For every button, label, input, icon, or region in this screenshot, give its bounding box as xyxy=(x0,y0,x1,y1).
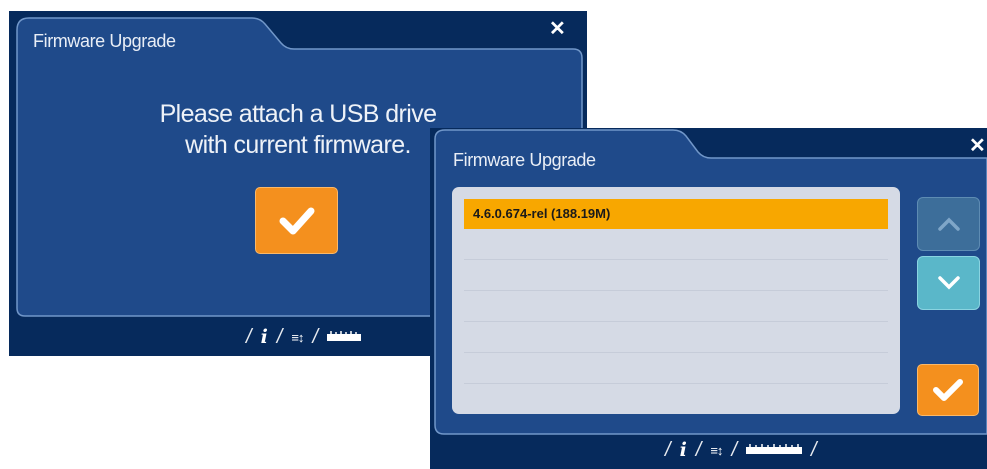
close-icon[interactable]: ✕ xyxy=(549,19,566,39)
checkmark-icon xyxy=(933,379,963,401)
info-icon[interactable]: i xyxy=(680,439,687,461)
footer-divider: / xyxy=(246,325,252,348)
scroll-up-button[interactable] xyxy=(917,197,980,251)
list-sort-icon[interactable]: ≡↕ xyxy=(291,330,304,345)
list-item-empty xyxy=(464,322,888,353)
footer-divider: / xyxy=(665,438,671,461)
footer-divider: / xyxy=(312,325,318,348)
chevron-down-icon xyxy=(937,276,960,290)
scroll-down-button[interactable] xyxy=(917,256,980,310)
list-sort-icon[interactable]: ≡↕ xyxy=(710,443,723,458)
ruler-icon[interactable] xyxy=(327,328,361,346)
list-item-empty xyxy=(464,260,888,291)
confirm-button[interactable] xyxy=(917,364,979,416)
footer-divider: / xyxy=(695,438,702,461)
list-item-empty xyxy=(464,229,888,260)
list-item-empty xyxy=(464,353,888,384)
confirm-button[interactable] xyxy=(255,187,338,254)
ruler-icon[interactable] xyxy=(746,441,802,459)
message-line-1: Please attach a USB drive xyxy=(159,100,437,128)
footer-bar: / i / ≡↕ / / xyxy=(430,431,987,469)
list-item[interactable]: 4.6.0.674-rel (188.19M) xyxy=(464,199,888,229)
info-icon[interactable]: i xyxy=(261,326,268,348)
chevron-up-icon xyxy=(937,217,960,231)
panel-title: Firmware Upgrade xyxy=(453,150,596,170)
checkmark-icon xyxy=(279,207,314,234)
close-icon[interactable]: ✕ xyxy=(969,136,986,156)
footer-divider: / xyxy=(276,325,283,348)
footer-divider: / xyxy=(811,438,817,461)
footer-divider: / xyxy=(731,438,737,461)
firmware-list: 4.6.0.674-rel (188.19M) xyxy=(452,187,900,414)
panel-title: Firmware Upgrade xyxy=(33,31,176,51)
list-item-empty xyxy=(464,291,888,322)
firmware-upgrade-screen-select: Firmware Upgrade ✕ 4.6.0.674-rel (188.19… xyxy=(430,128,987,469)
